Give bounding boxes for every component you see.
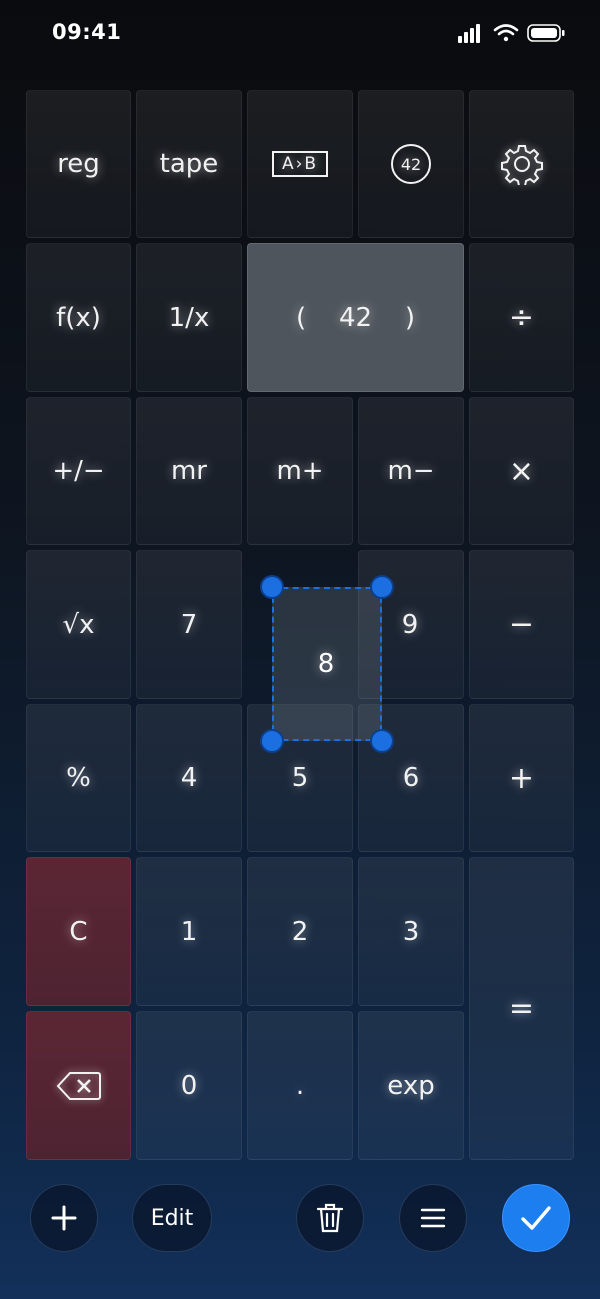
plus-minus-key[interactable]: +/− [26,397,131,545]
trash-icon [316,1203,344,1233]
delete-button[interactable] [296,1184,364,1252]
plus-icon [51,1205,77,1231]
resize-handle-bottom-right[interactable] [370,729,394,753]
inverse-label: 1/x [168,302,210,333]
sqrt-key[interactable]: √x [26,550,131,699]
fx-label: f(x) [56,302,101,333]
ab-swap-label: A›B [281,154,319,174]
three-label: 3 [402,916,420,947]
selected-key-eight[interactable]: 8 [272,587,382,741]
five-label: 5 [291,763,309,793]
inverse-key[interactable]: 1/x [136,243,242,392]
confirm-button[interactable] [502,1184,570,1252]
backspace-key[interactable] [26,1011,131,1160]
fx-key[interactable]: f(x) [26,243,131,392]
settings-icon [500,145,543,185]
edit-button[interactable]: Edit [132,1184,212,1252]
zero-key[interactable]: 0 [136,1011,242,1160]
display-content: ( 42 ) [248,303,463,333]
clear-label: C [69,916,88,947]
equals-key[interactable]: = [469,857,574,1160]
multiply-label: × [508,453,535,489]
m-plus-label: m+ [276,456,324,486]
resize-handle-top-right[interactable] [370,575,394,599]
plus-key[interactable]: + [469,704,574,852]
plus-minus-label: +/− [52,456,105,486]
seven-key[interactable]: 7 [136,550,242,699]
m-minus-key[interactable]: m− [358,397,464,545]
minus-key[interactable]: − [469,550,574,699]
divide-key[interactable]: ÷ [469,243,574,392]
multiply-key[interactable]: × [469,397,574,545]
seven-label: 7 [180,609,198,640]
status-bar: 09:41 [0,0,600,66]
wifi-icon [493,24,519,42]
sqrt-label: √x [62,609,95,640]
two-label: 2 [291,916,309,947]
reg-label: reg [57,149,100,179]
three-key[interactable]: 3 [358,857,464,1006]
zero-label: 0 [180,1070,198,1101]
ab-swap-key[interactable]: A›B [247,90,353,238]
plus-label: + [508,760,535,796]
display-close-paren: ) [404,302,415,333]
m-minus-label: m− [387,456,435,486]
reg-key[interactable]: reg [26,90,131,238]
decimal-key[interactable]: . [247,1011,353,1160]
checkmark-icon [521,1206,551,1230]
one-label: 1 [180,916,198,947]
resize-handle-top-left[interactable] [260,575,284,599]
exp-key[interactable]: exp [358,1011,464,1160]
m-plus-key[interactable]: m+ [247,397,353,545]
clear-key[interactable]: C [26,857,131,1006]
display-open-paren: ( [296,302,307,333]
exp-label: exp [387,1070,435,1101]
nine-label: 9 [401,609,419,640]
badge-42-icon: 42 [391,144,431,184]
edit-label: Edit [150,1205,194,1231]
mr-label: mr [170,456,208,486]
badge-42-key[interactable]: 42 [358,90,464,238]
ab-swap-icon: A›B [271,151,329,177]
percent-label: % [66,763,91,793]
equals-label: = [508,991,535,1026]
minus-label: − [508,607,535,642]
two-key[interactable]: 2 [247,857,353,1006]
percent-key[interactable]: % [26,704,131,852]
four-label: 4 [180,763,198,793]
display-key[interactable]: ( 42 ) [247,243,464,392]
backspace-icon [56,1071,101,1100]
settings-key[interactable] [469,90,574,238]
menu-icon [420,1208,446,1228]
decimal-label: . [295,1070,305,1101]
tape-key[interactable]: tape [136,90,242,238]
six-label: 6 [402,763,420,793]
eight-label: 8 [317,649,335,679]
tape-label: tape [159,149,219,179]
add-button[interactable] [30,1184,98,1252]
signal-icon [458,24,480,43]
display-value: 42 [338,302,373,333]
menu-button[interactable] [399,1184,467,1252]
mr-key[interactable]: mr [136,397,242,545]
battery-icon [527,24,565,42]
divide-label: ÷ [508,300,535,335]
status-time: 09:41 [52,20,122,44]
status-icons [458,24,565,43]
resize-handle-bottom-left[interactable] [260,729,284,753]
four-key[interactable]: 4 [136,704,242,852]
badge-42-label: 42 [400,154,422,174]
one-key[interactable]: 1 [136,857,242,1006]
